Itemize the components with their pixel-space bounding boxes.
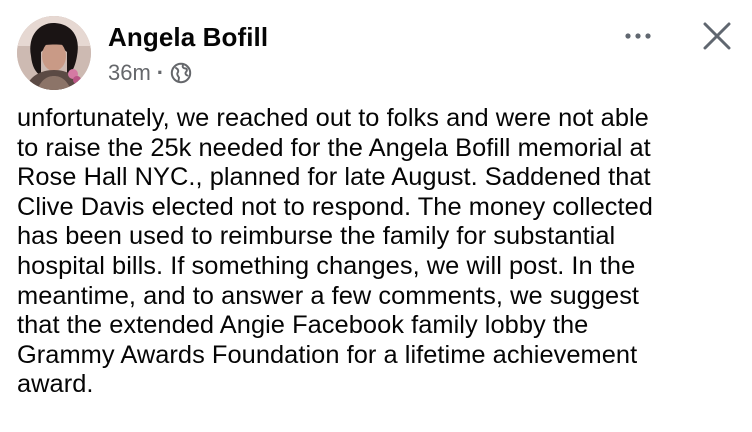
avatar[interactable] bbox=[17, 16, 91, 90]
facebook-post: Angela Bofill 36m · unfortunately, we re… bbox=[0, 0, 752, 432]
more-dots-icon bbox=[625, 33, 651, 39]
close-icon bbox=[703, 22, 731, 50]
post-timestamp[interactable]: 36m bbox=[108, 60, 151, 86]
meta-separator: · bbox=[156, 60, 165, 85]
author-name[interactable]: Angela Bofill bbox=[108, 22, 268, 53]
avatar-image bbox=[17, 16, 91, 90]
close-button[interactable] bbox=[694, 14, 740, 58]
globe-icon[interactable] bbox=[170, 62, 192, 84]
post-header: Angela Bofill 36m · bbox=[0, 0, 752, 100]
more-options-button[interactable] bbox=[618, 18, 658, 54]
post-body-text: unfortunately, we reached out to folks a… bbox=[17, 104, 653, 399]
post-meta: 36m · bbox=[108, 59, 192, 87]
